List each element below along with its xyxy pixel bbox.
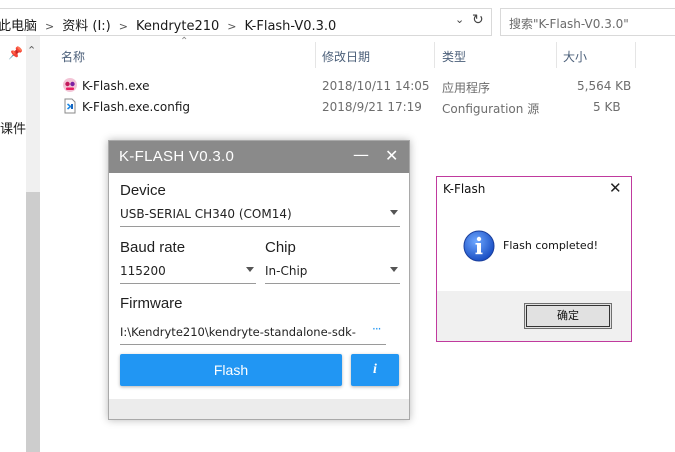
file-type: Configuration 源 bbox=[442, 102, 540, 116]
breadcrumb: 此电脑 > 资料 (I:) > Kendryte210 > K-Flash-V0.3.0 bbox=[0, 15, 336, 34]
breadcrumb-item-drive[interactable]: 资料 (I:) bbox=[62, 15, 111, 34]
device-select[interactable]: USB-SERIAL CH340 (COM14) bbox=[120, 203, 400, 227]
file-name: K-Flash.exe bbox=[82, 79, 150, 93]
baud-rate-label: Baud rate bbox=[120, 239, 186, 256]
file-modified: 2018/10/11 14:05 bbox=[322, 79, 430, 93]
dropdown-arrow-icon bbox=[390, 210, 398, 215]
chip-value: In-Chip bbox=[265, 264, 308, 278]
chevron-right-icon[interactable]: > bbox=[45, 20, 54, 33]
message-box: K-Flash ✕ Flash completed! 确定 bbox=[436, 176, 632, 342]
nav-scrollbar-thumb[interactable] bbox=[26, 192, 40, 452]
file-row[interactable]: K-Flash.exe 2018/10/11 14:05 应用程序 5,564 … bbox=[60, 76, 640, 96]
dropdown-arrow-icon bbox=[390, 267, 398, 272]
breadcrumb-item-kendryte[interactable]: Kendryte210 bbox=[136, 19, 219, 34]
scroll-up-icon[interactable]: ⌃ bbox=[27, 44, 36, 57]
column-header-name[interactable]: 名称 bbox=[61, 48, 85, 65]
pin-icon[interactable]: 📌 bbox=[8, 46, 23, 60]
refresh-icon[interactable]: ↻ bbox=[472, 12, 484, 28]
address-bar[interactable]: 此电脑 > 资料 (I:) > Kendryte210 > K-Flash-V0.3.0 ⌄… bbox=[0, 8, 492, 36]
message-text: Flash completed! bbox=[503, 239, 599, 252]
device-label: Device bbox=[120, 182, 166, 199]
nav-item-courseware[interactable]: 课件 bbox=[0, 118, 26, 137]
kflash-title-bar[interactable]: K-FLASH V0.3.0 — ✕ bbox=[109, 141, 409, 173]
flash-button[interactable]: Flash bbox=[120, 354, 342, 386]
kflash-window: K-FLASH V0.3.0 — ✕ Device USB-SERIAL CH3… bbox=[108, 140, 410, 420]
dropdown-arrow-icon bbox=[246, 267, 254, 272]
chip-label: Chip bbox=[265, 239, 296, 256]
kflash-title: K-FLASH V0.3.0 bbox=[119, 148, 235, 165]
message-box-footer: 确定 bbox=[437, 291, 631, 341]
file-size: 5,564 KB bbox=[577, 79, 632, 93]
column-divider[interactable] bbox=[434, 42, 435, 68]
status-bar bbox=[109, 399, 409, 419]
file-modified: 2018/9/21 17:19 bbox=[322, 100, 422, 114]
info-icon bbox=[463, 230, 495, 262]
search-input[interactable]: 搜索"K-Flash-V0.3.0" bbox=[500, 8, 675, 36]
chevron-right-icon[interactable]: > bbox=[227, 20, 236, 33]
breadcrumb-item-kflash-folder[interactable]: K-Flash-V0.3.0 bbox=[245, 19, 337, 34]
file-size: 5 KB bbox=[593, 100, 621, 114]
file-row[interactable]: K-Flash.exe.config 2018/9/21 17:19 Confi… bbox=[60, 97, 640, 117]
close-icon[interactable]: ✕ bbox=[609, 179, 622, 197]
search-placeholder: 搜索"K-Flash-V0.3.0" bbox=[509, 17, 629, 31]
sort-ascending-icon: ⌃ bbox=[180, 36, 189, 47]
ok-button[interactable]: 确定 bbox=[524, 303, 612, 329]
column-divider[interactable] bbox=[556, 42, 557, 68]
minimize-icon[interactable]: — bbox=[353, 145, 369, 164]
column-header-size[interactable]: 大小 bbox=[563, 48, 587, 65]
breadcrumb-item-this-pc[interactable]: 此电脑 bbox=[0, 15, 37, 34]
exe-app-icon bbox=[63, 78, 77, 92]
baud-rate-value: 115200 bbox=[120, 264, 166, 278]
column-divider[interactable] bbox=[315, 42, 316, 68]
column-divider[interactable] bbox=[635, 42, 636, 68]
firmware-path-value: I:\Kendryte210\kendryte-standalone-sdk- bbox=[120, 325, 356, 339]
close-icon[interactable]: ✕ bbox=[385, 146, 398, 165]
column-header-modified[interactable]: 修改日期 bbox=[322, 48, 370, 65]
message-box-title: K-Flash bbox=[443, 182, 486, 196]
file-name: K-Flash.exe.config bbox=[82, 100, 191, 114]
column-header-type[interactable]: 类型 bbox=[442, 48, 466, 65]
chevron-right-icon[interactable]: > bbox=[119, 20, 128, 33]
file-type: 应用程序 bbox=[442, 81, 491, 95]
baud-rate-select[interactable]: 115200 bbox=[120, 260, 256, 284]
chip-select[interactable]: In-Chip bbox=[265, 260, 400, 284]
chevron-down-icon[interactable]: ⌄ bbox=[455, 13, 464, 26]
config-file-icon bbox=[64, 98, 76, 114]
browse-button[interactable]: ··· bbox=[372, 322, 382, 336]
firmware-label: Firmware bbox=[120, 295, 183, 312]
firmware-path-input[interactable]: I:\Kendryte210\kendryte-standalone-sdk- … bbox=[120, 321, 386, 345]
device-value: USB-SERIAL CH340 (COM14) bbox=[120, 207, 292, 221]
info-button[interactable]: i bbox=[351, 354, 399, 386]
